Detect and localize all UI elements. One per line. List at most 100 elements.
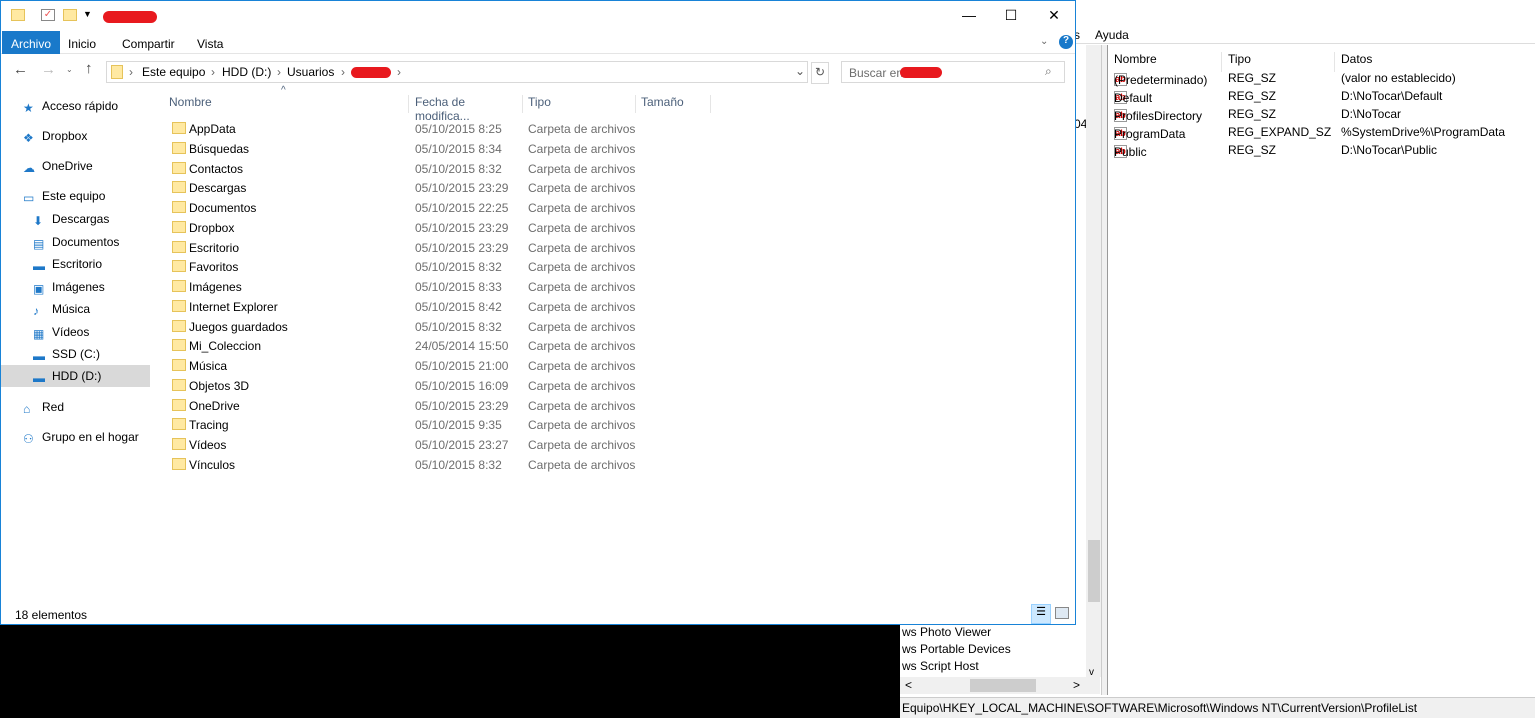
tree-item[interactable]: ws Portable Devices [902,642,1011,656]
back-button[interactable]: ← [13,61,28,78]
tab-archivo[interactable]: Archivo [2,31,61,54]
tree-item[interactable]: ws Photo Viewer [902,625,991,639]
title-bar: ✓ ▼ — ☐ ✕ [1,1,1075,31]
close-button[interactable]: ✕ [1046,7,1062,23]
value-data: D:\NoTocar\Default [1341,89,1443,103]
folder-icon [172,220,186,233]
help-icon[interactable]: ? [1059,35,1073,49]
sidebar-item[interactable]: ⌂ Red [1,396,150,418]
file-row[interactable]: Música 05/10/2015 21:00 Carpeta de archivo… [169,356,669,375]
maximize-button[interactable]: ☐ [1003,7,1019,23]
column-nombre[interactable]: Nombre [169,95,409,113]
ribbon-tabs: Archivo Inicio Compartir Vista ⌄ ? [1,31,1075,54]
file-type: Carpeta de archivos [528,201,636,215]
sidebar-item-label: Música [52,302,91,316]
sidebar-item[interactable]: ▬ HDD (D:) [1,365,150,387]
tab-compartir[interactable]: Compartir [113,31,184,54]
registry-value-row[interactable]: ab Default REG_SZ D:\NoTocar\Default [1114,87,1534,105]
file-name: Internet Explorer [189,299,278,314]
expand-ribbon-icon[interactable]: ⌄ [1040,36,1048,47]
sidebar-item[interactable]: ▣ Imágenes [1,276,150,298]
tab-inicio[interactable]: Inicio [59,31,105,54]
file-row[interactable]: Favoritos 05/10/2015 8:32 Carpeta de archi… [169,257,669,276]
folder-icon [172,438,186,450]
sidebar-item[interactable]: ★ Acceso rápido [1,95,150,117]
folder-icon [111,65,123,79]
menu-item-help[interactable]: Ayuda [1095,28,1129,42]
registry-value-row[interactable]: ab ProgramData REG_EXPAND_SZ %SystemDrive%\… [1114,123,1534,141]
column-tamano[interactable]: Tamaño [641,95,711,113]
file-row[interactable]: Vídeos 05/10/2015 23:27 Carpeta de archivo… [169,435,669,454]
new-folder-icon[interactable] [63,9,77,21]
value-data: %SystemDrive%\ProgramData [1341,125,1506,139]
up-button[interactable]: ↑ [85,60,93,77]
breadcrumb-hdd[interactable]: HDD (D:) [222,65,271,79]
tree-hscroll-thumb[interactable] [970,679,1036,692]
sidebar-item[interactable]: ❖ Dropbox [1,125,150,147]
registry-value-row[interactable]: ab ProfilesDirectory REG_SZ D:\NoTocar [1114,105,1534,123]
forward-button[interactable]: → [41,61,56,78]
sidebar-item[interactable]: ▬ Escritorio [1,253,150,275]
file-row[interactable]: Documentos 05/10/2015 22:25 Carpeta de arc… [169,198,669,217]
value-type: REG_EXPAND_SZ [1228,125,1332,139]
address-bar[interactable]: › Este equipo › HDD (D:) › Usuarios › › … [106,61,808,83]
value-data: D:\NoTocar [1341,107,1402,121]
sidebar-item[interactable]: ▭ Este equipo [1,185,150,207]
recent-locations-button[interactable]: ⌄ [66,65,73,74]
sidebar-item[interactable]: ☁ OneDrive [1,155,150,177]
file-row[interactable]: Búsquedas 05/10/2015 8:34 Carpeta de archi… [169,139,669,158]
address-dropdown-icon[interactable]: ⌄ [795,64,805,78]
file-date: 05/10/2015 8:34 [415,141,502,156]
breadcrumb-este-equipo[interactable]: Este equipo [142,65,205,79]
file-row[interactable]: Dropbox 05/10/2015 23:29 Carpeta de archiv… [169,218,669,237]
file-row[interactable]: AppData 05/10/2015 8:25 Carpeta de archivo… [169,119,669,138]
sidebar-item[interactable]: ♪ Música [1,298,150,320]
file-row[interactable]: Imágenes 05/10/2015 8:33 Carpeta de archiv… [169,277,669,296]
properties-icon[interactable]: ✓ [41,9,55,21]
registry-value-row[interactable]: ab (Predeterminado) REG_SZ (valor no establ… [1114,69,1534,87]
search-input[interactable]: Buscar en ⌕ [841,61,1065,83]
file-row[interactable]: Descargas 05/10/2015 23:29 Carpeta de arch… [169,178,669,197]
tree-scroll-thumb[interactable] [1088,540,1100,602]
sidebar-item[interactable]: ⬇ Descargas [1,208,150,230]
file-row[interactable]: Contactos 05/10/2015 8:32 Carpeta de archi… [169,159,669,178]
file-row[interactable]: Vínculos 05/10/2015 8:32 Carpeta de archiv… [169,455,669,474]
column-fecha[interactable]: Fecha de modifica... [415,95,523,123]
file-type: Carpeta de archivos [528,122,636,136]
file-row[interactable]: Escritorio 05/10/2015 23:29 Carpeta de arc… [169,238,669,257]
sidebar-item-label: Descargas [52,212,110,226]
minimize-button[interactable]: — [961,7,977,23]
value-name: Default [1114,91,1153,105]
column-tipo[interactable]: Tipo [528,95,636,113]
file-row[interactable]: OneDrive 05/10/2015 23:29 Carpeta de archi… [169,396,669,415]
file-row[interactable]: Internet Explorer 05/10/2015 8:42 Carpeta … [169,297,669,316]
file-row[interactable]: Mi_Coleccion 24/05/2014 15:50 Carpeta de a… [169,336,669,355]
file-type: Carpeta de archivos [528,260,636,275]
sidebar-item[interactable]: ▬ SSD (C:) [1,343,150,365]
sidebar-item[interactable]: ⚇ Grupo en el hogar [1,426,150,448]
file-row[interactable]: Objetos 3D 05/10/2015 16:09 Carpeta de arc… [169,376,669,395]
file-type: Carpeta de archivos [528,359,636,373]
customize-toolbar-icon[interactable]: ▼ [83,9,92,19]
file-date: 05/10/2015 9:35 [415,418,502,433]
file-row[interactable]: Juegos guardados 05/10/2015 8:32 Carpeta d… [169,317,669,336]
file-type: Carpeta de archivos [528,438,636,452]
sidebar-item-label: SSD (C:) [52,347,100,361]
tree-item[interactable]: ws Script Host [902,659,979,673]
file-name: Objetos 3D [189,378,250,393]
file-type: Carpeta de archivos [528,141,636,156]
file-type: Carpeta de archivos [528,378,636,393]
file-row[interactable]: Tracing 05/10/2015 9:35 Carpeta de archivo… [169,415,669,434]
file-name: Música [189,359,228,373]
redacted-user-folder[interactable] [351,67,391,78]
large-icons-view-button[interactable] [1055,607,1069,619]
registry-value-row[interactable]: ab Public REG_SZ D:\NoTocar\Public [1114,141,1534,159]
sidebar-item[interactable]: ▤ Documentos [1,231,150,253]
breadcrumb-usuarios[interactable]: Usuarios [287,65,334,79]
search-icon[interactable]: ⌕ [1045,64,1052,79]
tab-vista[interactable]: Vista [188,31,232,54]
sidebar-item[interactable]: ▦ Vídeos [1,321,150,343]
file-explorer-window: ✓ ▼ — ☐ ✕ Archivo Inicio Compartir Vista… [0,0,1076,625]
refresh-button[interactable]: ↻ [811,62,829,84]
details-view-button[interactable]: ☰ [1031,604,1051,624]
